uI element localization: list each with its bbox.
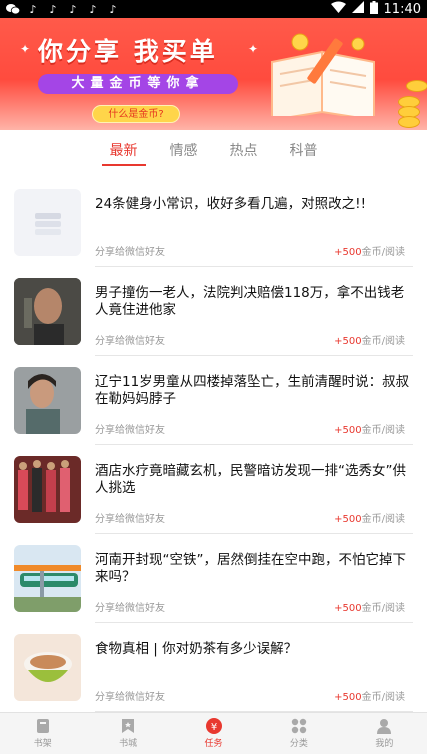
- reward-amount: +500: [334, 336, 362, 347]
- tiktok-icon: ♪: [69, 2, 77, 16]
- system-icons: 11:40: [330, 0, 421, 18]
- nav-bookstore[interactable]: 书城: [85, 713, 170, 754]
- reward-unit: 金币/阅读: [361, 247, 405, 258]
- promo-banner[interactable]: ✦ ✦ 你分享 我买单 大量金币等你拿 什么是金币?: [0, 18, 427, 130]
- nav-profile[interactable]: 我的: [342, 713, 427, 754]
- article-thumbnail: [14, 189, 81, 256]
- bookshelf-icon: [35, 718, 51, 734]
- category-tabs: 最新 情感 热点 科普: [0, 130, 427, 170]
- tiktok-icon: ♪: [109, 2, 117, 16]
- article-thumbnail: [14, 545, 81, 612]
- nav-label: 分类: [289, 739, 308, 749]
- bookmark-icon: [120, 718, 136, 734]
- reward-amount: +500: [334, 514, 362, 525]
- app-screen: ♪ ♪ ♪ ♪ ♪ 11:40 ✦ ✦ 你分享 我买单 大量金币等你拿 什么是金…: [0, 0, 427, 754]
- reward-unit: 金币/阅读: [361, 336, 405, 347]
- what-is-gold-coin-button[interactable]: 什么是金币?: [92, 105, 180, 123]
- reward-unit: 金币/阅读: [361, 692, 405, 703]
- share-to-wechat-link[interactable]: 分享给微信好友: [95, 510, 165, 525]
- reward-unit: 金币/阅读: [361, 425, 405, 436]
- share-to-wechat-link[interactable]: 分享给微信好友: [95, 332, 165, 347]
- sparkle-icon: ✦: [20, 42, 31, 56]
- svg-text:¥: ¥: [210, 722, 216, 733]
- share-to-wechat-link[interactable]: 分享给微信好友: [95, 243, 165, 258]
- notification-icons: ♪ ♪ ♪ ♪ ♪: [6, 2, 120, 16]
- reward-amount: +500: [334, 692, 362, 703]
- article-title: 24条健身小常识，收好多看几遍，对照改之!!: [95, 196, 367, 212]
- banner-slogan: 你分享 我买单: [38, 37, 218, 66]
- article-title: 辽宁11岁男童从四楼掉落坠亡，生前清醒时说：叔叔在勒妈妈脖子: [95, 374, 410, 407]
- user-icon: [376, 718, 392, 734]
- article-thumbnail: [14, 456, 81, 523]
- nav-label: 书架: [33, 739, 52, 749]
- share-to-wechat-link[interactable]: 分享给微信好友: [95, 599, 165, 614]
- nav-categories[interactable]: 分类: [256, 713, 341, 754]
- reward-amount: +500: [334, 425, 362, 436]
- signal-icon: [351, 1, 364, 17]
- battery-icon: [369, 0, 378, 18]
- article-item[interactable]: 酒店水疗竟暗藏玄机，民警暗访发现一排“选秀女”供人挑选 分享给微信好友 +500…: [0, 445, 427, 534]
- reward-unit: 金币/阅读: [361, 603, 405, 614]
- status-bar: ♪ ♪ ♪ ♪ ♪ 11:40: [0, 0, 427, 18]
- banner-subline: 大量金币等你拿: [38, 74, 238, 94]
- reward-label: +500金币/阅读: [334, 421, 405, 436]
- tab-hot[interactable]: 热点: [226, 132, 262, 168]
- coin-icon: [406, 80, 427, 92]
- article-thumbnail: [14, 278, 81, 345]
- open-book-illustration: [271, 33, 375, 116]
- reward-label: +500金币/阅读: [334, 332, 405, 347]
- tiktok-icon: ♪: [49, 2, 57, 16]
- wifi-icon: [330, 1, 346, 17]
- share-to-wechat-link[interactable]: 分享给微信好友: [95, 688, 165, 703]
- reward-label: +500金币/阅读: [334, 688, 405, 703]
- reward-label: +500金币/阅读: [334, 510, 405, 525]
- article-list: 24条健身小常识，收好多看几遍，对照改之!! 分享给微信好友 +500金币/阅读…: [0, 178, 427, 712]
- nav-tasks[interactable]: ¥ 任务: [171, 713, 256, 754]
- bottom-navigation: 书架 书城 ¥ 任务 分类 我的: [0, 712, 427, 754]
- article-item[interactable]: 食物真相 | 你对奶茶有多少误解？ 分享给微信好友 +500金币/阅读: [0, 623, 427, 712]
- nav-label: 我的: [375, 739, 394, 749]
- tab-emotion[interactable]: 情感: [166, 132, 202, 168]
- tiktok-icon: ♪: [29, 2, 37, 16]
- reward-label: +500金币/阅读: [334, 243, 405, 258]
- reward-amount: +500: [334, 603, 362, 614]
- article-title: 男子撞伤一老人，法院判决赔偿118万，拿不出钱老人竟住进他家: [95, 285, 405, 318]
- article-item[interactable]: 河南开封现“空铁”，居然倒挂在空中跑，不怕它掉下来吗？ 分享给微信好友 +500…: [0, 534, 427, 623]
- tab-latest[interactable]: 最新: [101, 132, 146, 168]
- article-title: 河南开封现“空铁”，居然倒挂在空中跑，不怕它掉下来吗？: [95, 552, 406, 585]
- clock: 11:40: [383, 1, 421, 17]
- article-title: 酒店水疗竟暗藏玄机，民警暗访发现一排“选秀女”供人挑选: [95, 463, 406, 496]
- article-thumbnail: [14, 367, 81, 434]
- sparkle-icon: ✦: [248, 42, 259, 56]
- nav-label: 任务: [204, 739, 223, 749]
- reward-label: +500金币/阅读: [334, 599, 405, 614]
- nav-label: 书城: [119, 739, 138, 749]
- article-item[interactable]: 辽宁11岁男童从四楼掉落坠亡，生前清醒时说：叔叔在勒妈妈脖子 分享给微信好友 +…: [0, 356, 427, 445]
- article-item[interactable]: 24条健身小常识，收好多看几遍，对照改之!! 分享给微信好友 +500金币/阅读: [0, 178, 427, 267]
- reward-amount: +500: [334, 247, 362, 258]
- grid-icon: [291, 718, 307, 734]
- tiktok-icon: ♪: [89, 2, 97, 16]
- yuan-icon: ¥: [205, 718, 222, 734]
- coin-icon: [398, 116, 420, 128]
- article-item[interactable]: 男子撞伤一老人，法院判决赔偿118万，拿不出钱老人竟住进他家 分享给微信好友 +…: [0, 267, 427, 356]
- nav-bookshelf[interactable]: 书架: [0, 713, 85, 754]
- tab-science[interactable]: 科普: [286, 132, 322, 168]
- article-thumbnail: [14, 634, 81, 701]
- article-title: 食物真相 | 你对奶茶有多少误解？: [95, 641, 298, 657]
- share-to-wechat-link[interactable]: 分享给微信好友: [95, 421, 165, 436]
- wechat-icon: [6, 2, 20, 16]
- reward-unit: 金币/阅读: [361, 514, 405, 525]
